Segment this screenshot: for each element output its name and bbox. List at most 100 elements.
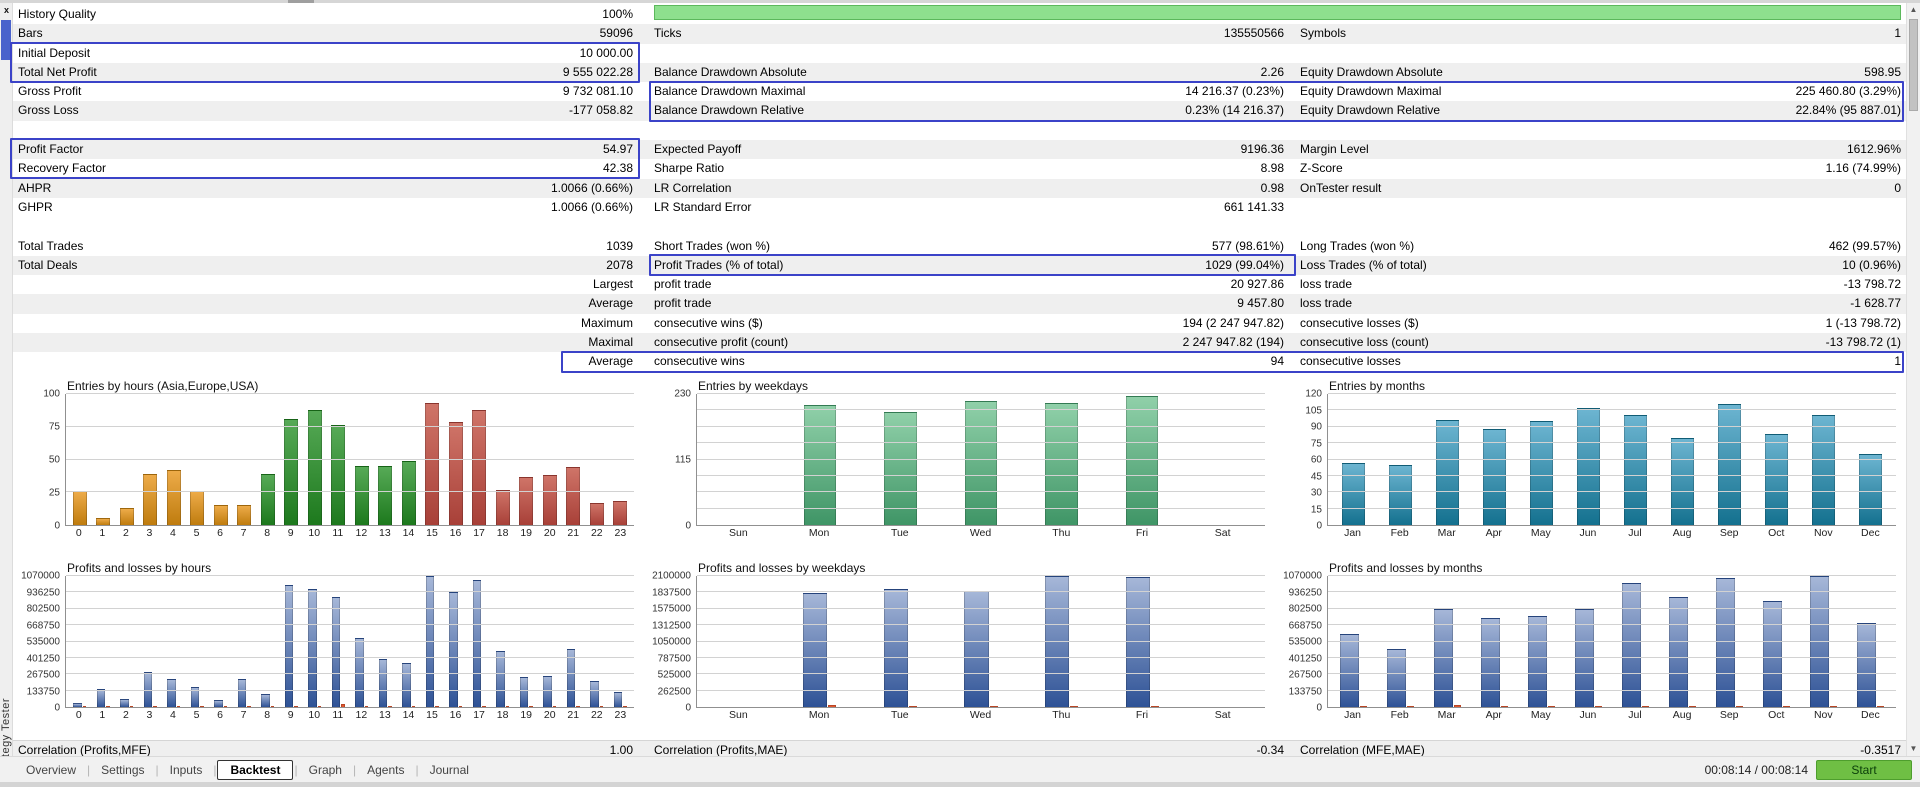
column-gap <box>633 314 654 333</box>
stat-value: 0.23% (14 216.37) <box>974 101 1284 120</box>
x-tick-label: Apr <box>1470 526 1517 542</box>
vertical-scrollbar[interactable]: ▲ ▼ <box>1906 3 1920 756</box>
tab-overview[interactable]: Overview <box>16 761 86 779</box>
column-gap <box>633 82 654 101</box>
x-tick-label: Oct <box>1753 708 1800 724</box>
x-tick-label: Fri <box>1102 708 1183 724</box>
bar-slot <box>162 576 186 707</box>
bar <box>1045 576 1069 707</box>
x-tick-label: 12 <box>350 708 374 724</box>
x-tick-label: 2 <box>114 526 138 542</box>
tab-graph[interactable]: Graph <box>299 761 352 779</box>
bar-slot <box>1102 394 1183 525</box>
bar-slot <box>585 576 609 707</box>
bar-slot <box>780 576 861 707</box>
stat-value: 9 457.80 <box>974 294 1284 313</box>
bar <box>1671 438 1695 525</box>
tab-agents[interactable]: Agents <box>357 761 414 779</box>
bar <box>120 699 129 707</box>
bar-slot <box>1330 394 1377 525</box>
bar <box>214 505 228 525</box>
loss-bar <box>1783 706 1790 707</box>
bar-slot <box>68 576 92 707</box>
x-tick-label: 7 <box>232 526 256 542</box>
column-gap <box>633 179 654 198</box>
column-gap <box>633 333 654 352</box>
x-tick-label: Mon <box>779 526 860 542</box>
x-tick-label: Mon <box>779 708 860 724</box>
stat-value: Average <box>318 352 633 371</box>
charts-row-2: Profits and losses by hours1070000936250… <box>13 558 1906 730</box>
bar <box>613 501 627 525</box>
bar-slot <box>1377 394 1424 525</box>
loss-bar <box>553 706 557 707</box>
scroll-up-icon[interactable]: ▲ <box>1907 3 1920 17</box>
bar-slot <box>256 394 280 525</box>
bar-slot <box>1518 576 1565 707</box>
bar <box>884 589 908 707</box>
y-tick-label: 535000 <box>27 637 60 648</box>
tab-backtest[interactable]: Backtest <box>217 760 293 780</box>
loss-bar <box>1642 706 1649 707</box>
stat-label: Gross Loss <box>13 101 318 120</box>
x-tick-label: Jun <box>1564 526 1611 542</box>
stat-value: 94 <box>974 352 1284 371</box>
stat-value: -13 798.72 <box>1568 275 1901 294</box>
stat-value <box>1568 44 1901 63</box>
stat-value: 1 <box>1568 352 1901 371</box>
stat-value: 598.95 <box>1568 63 1901 82</box>
bar-slot <box>397 394 421 525</box>
close-icon[interactable]: x <box>1 4 12 16</box>
scroll-down-icon[interactable]: ▼ <box>1907 742 1920 756</box>
x-tick-label: Tue <box>859 708 940 724</box>
x-tick-label: Tue <box>859 526 940 542</box>
bar <box>566 467 580 525</box>
column-gap <box>633 352 654 371</box>
x-tick-label: 17 <box>467 526 491 542</box>
bar <box>378 466 392 525</box>
bar <box>425 403 439 525</box>
stat-value: 22.84% (95 887.01) <box>1568 101 1901 120</box>
bar <box>1622 583 1641 707</box>
bar <box>1436 420 1460 525</box>
stats-row: Gross Loss-177 058.82Balance Drawdown Re… <box>13 101 1906 120</box>
scrollbar-thumb[interactable] <box>1909 19 1918 111</box>
stat-label: Long Trades (won %) <box>1300 237 1568 256</box>
bar <box>73 491 87 525</box>
stat-value: 10 (0.96%) <box>1568 256 1901 275</box>
column-gap <box>1284 24 1300 43</box>
x-tick-label: Jul <box>1611 708 1658 724</box>
stat-label: Equity Drawdown Absolute <box>1300 63 1568 82</box>
column-gap <box>1284 82 1300 101</box>
bar <box>496 490 510 525</box>
stat-label: Bars <box>13 24 318 43</box>
x-tick-label: 4 <box>161 708 185 724</box>
bar <box>472 410 486 525</box>
stat-label: Margin Level <box>1300 140 1568 159</box>
stat-value: 2.26 <box>974 63 1284 82</box>
bar-slot <box>209 576 233 707</box>
stat-value: 42.38 <box>318 159 633 178</box>
bar-slot <box>609 394 633 525</box>
stats-row: History Quality100% <box>13 5 1906 24</box>
plot-area <box>1327 576 1896 708</box>
stat-label: Loss Trades (% of total) <box>1300 256 1568 275</box>
loss-bar <box>224 706 228 707</box>
tab-settings[interactable]: Settings <box>91 761 154 779</box>
bar <box>238 679 247 707</box>
stats-row: Recovery Factor42.38Sharpe Ratio8.98Z-Sc… <box>13 159 1906 178</box>
tab-inputs[interactable]: Inputs <box>160 761 213 779</box>
stat-label: Short Trades (won %) <box>654 237 974 256</box>
stats-row: GHPR1.0066 (0.66%)LR Standard Error661 1… <box>13 198 1906 217</box>
start-button[interactable]: Start <box>1816 760 1912 780</box>
bar <box>190 491 204 525</box>
bar-slot <box>1800 394 1847 525</box>
bar <box>519 477 533 525</box>
loss-bar <box>506 706 510 707</box>
x-tick-label: 17 <box>467 708 491 724</box>
tab-journal[interactable]: Journal <box>420 761 479 779</box>
x-tick-label: Thu <box>1021 526 1102 542</box>
tabbar-right: 00:08:14 / 00:08:14 Start <box>1705 760 1912 780</box>
x-tick-label: 22 <box>585 526 609 542</box>
loss-bar <box>482 706 486 707</box>
